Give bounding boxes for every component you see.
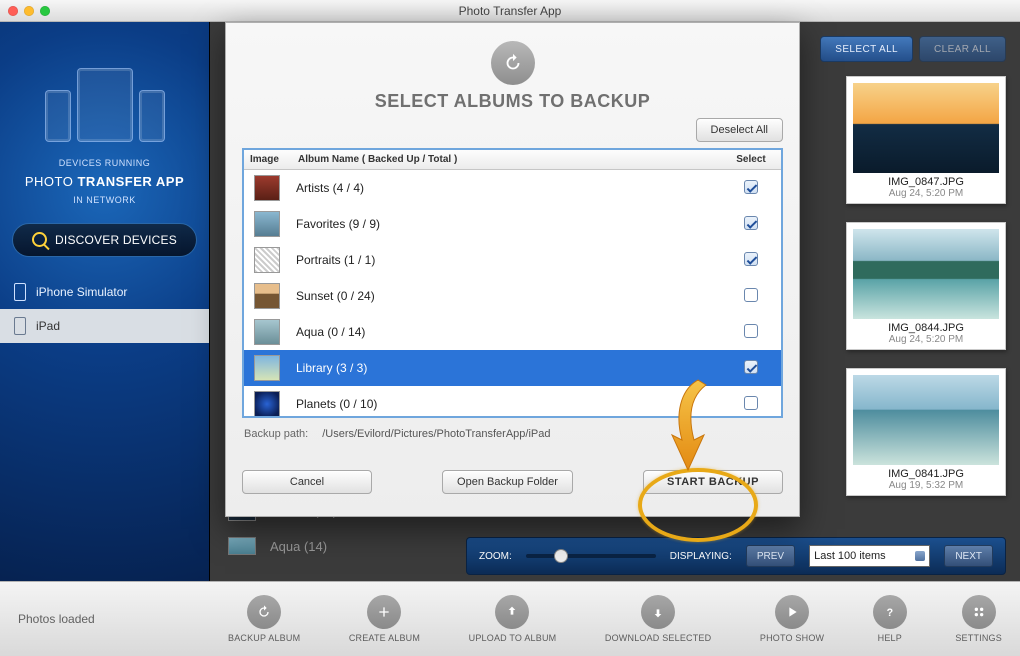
next-button[interactable]: NEXT [944, 545, 993, 567]
select-all-button[interactable]: SELECT ALL [820, 36, 913, 62]
settings-icon [971, 604, 987, 620]
album-name: Portraits (1 / 1) [280, 253, 721, 267]
album-row[interactable]: Artists (4 / 4) [244, 170, 781, 206]
photo-card[interactable]: IMG_0844.JPGAug 24, 5:20 PM [846, 222, 1006, 350]
column-header-name[interactable]: Album Name ( Backed Up / Total ) [294, 154, 721, 165]
upload-icon [504, 604, 520, 620]
album-select-checkbox[interactable] [744, 180, 758, 194]
album-name: Planets (0 / 10) [280, 397, 721, 411]
album-name: Favorites (9 / 9) [280, 217, 721, 231]
photo-show-button[interactable]: PHOTO SHOW [760, 595, 824, 643]
download-button[interactable]: DOWNLOAD SELECTED [605, 595, 711, 643]
backup-path-label: Backup path: [244, 428, 308, 440]
photo-filename: IMG_0844.JPG [853, 322, 999, 334]
photo-thumbnail [853, 375, 999, 465]
play-icon [784, 604, 800, 620]
album-thumb-icon [254, 355, 280, 381]
photo-thumbnail [853, 229, 999, 319]
status-text: Photos loaded [0, 612, 210, 626]
album-name: Library (3 / 3) [280, 361, 721, 375]
album-thumb-icon [228, 537, 256, 555]
albums-table: Image Album Name ( Backed Up / Total ) S… [242, 148, 783, 418]
minimize-icon[interactable] [24, 6, 34, 16]
album-row[interactable]: Favorites (9 / 9) [244, 206, 781, 242]
sidebar: DEVICES RUNNING PHOTO TRANSFER APP IN NE… [0, 22, 210, 581]
window-title: Photo Transfer App [0, 4, 1020, 18]
backup-icon [256, 604, 272, 620]
help-icon: ? [882, 604, 898, 620]
album-name: Aqua (0 / 14) [280, 325, 721, 339]
album-thumb-icon [254, 211, 280, 237]
device-icon [14, 317, 26, 335]
album-row[interactable]: Library (3 / 3) [244, 350, 781, 386]
column-header-image[interactable]: Image [244, 154, 294, 165]
album-select-checkbox[interactable] [744, 360, 758, 374]
discover-devices-button[interactable]: DISCOVER DEVICES [12, 223, 197, 257]
device-name: iPad [36, 319, 60, 333]
album-name: Artists (4 / 4) [280, 181, 721, 195]
sidebar-caption: DEVICES RUNNING PHOTO TRANSFER APP IN NE… [0, 156, 209, 209]
device-item[interactable]: iPad [0, 309, 209, 343]
album-row[interactable]: Sunset (0 / 24) [244, 278, 781, 314]
backup-path-value: /Users/Evilord/Pictures/PhotoTransferApp… [322, 428, 550, 440]
photo-card[interactable]: IMG_0841.JPGAug 19, 5:32 PM [846, 368, 1006, 496]
clear-all-button[interactable]: CLEAR ALL [919, 36, 1006, 62]
device-item[interactable]: iPhone Simulator [0, 275, 209, 309]
device-name: iPhone Simulator [36, 285, 127, 299]
album-name: Sunset (0 / 24) [280, 289, 721, 303]
create-album-button[interactable]: CREATE ALBUM [349, 595, 420, 643]
zoom-slider[interactable] [526, 554, 656, 558]
settings-button[interactable]: SETTINGS [955, 595, 1002, 643]
start-backup-button[interactable]: START BACKUP [643, 470, 783, 494]
album-select-checkbox[interactable] [744, 324, 758, 338]
close-icon[interactable] [8, 6, 18, 16]
prev-button[interactable]: PREV [746, 545, 795, 567]
device-icon [14, 283, 26, 301]
help-button[interactable]: ? HELP [873, 595, 907, 643]
album-row[interactable]: Planets (0 / 10) [244, 386, 781, 418]
upload-button[interactable]: UPLOAD TO ALBUM [469, 595, 557, 643]
album-select-checkbox[interactable] [744, 396, 758, 410]
photo-filename: IMG_0847.JPG [853, 176, 999, 188]
plus-icon [376, 604, 392, 620]
devices-illustration [0, 52, 209, 142]
album-thumb-icon [254, 283, 280, 309]
photo-filename: IMG_0841.JPG [853, 468, 999, 480]
album-row[interactable]: Portraits (1 / 1) [244, 242, 781, 278]
photo-date: Aug 24, 5:20 PM [853, 334, 999, 345]
displaying-select[interactable]: Last 100 items [809, 545, 930, 567]
bottom-toolbar: Photos loaded BACKUP ALBUM CREATE ALBUM … [0, 581, 1020, 656]
deselect-all-button[interactable]: Deselect All [696, 118, 783, 142]
album-select-checkbox[interactable] [744, 216, 758, 230]
album-thumb-icon [254, 175, 280, 201]
album-thumb-icon [254, 319, 280, 345]
window-titlebar: Photo Transfer App [0, 0, 1020, 22]
album-thumb-icon [254, 247, 280, 273]
photo-thumbnail [853, 83, 999, 173]
dialog-title: SELECT ALBUMS TO BACKUP [242, 91, 783, 112]
album-row[interactable]: Aqua (0 / 14) [244, 314, 781, 350]
album-select-checkbox[interactable] [744, 288, 758, 302]
displaying-label: DISPLAYING: [670, 551, 732, 562]
zoom-bar: ZOOM: DISPLAYING: PREV Last 100 items NE… [466, 537, 1006, 575]
backup-dialog-icon [491, 41, 535, 85]
album-select-checkbox[interactable] [744, 252, 758, 266]
photo-date: Aug 19, 5:32 PM [853, 480, 999, 491]
backup-album-button[interactable]: BACKUP ALBUM [228, 595, 300, 643]
album-thumb-icon [254, 391, 280, 417]
download-icon [650, 604, 666, 620]
photo-date: Aug 24, 5:20 PM [853, 188, 999, 199]
photo-card[interactable]: IMG_0847.JPGAug 24, 5:20 PM [846, 76, 1006, 204]
open-backup-folder-button[interactable]: Open Backup Folder [442, 470, 573, 494]
svg-text:?: ? [886, 607, 893, 619]
search-icon [32, 232, 47, 247]
column-header-select[interactable]: Select [721, 154, 781, 165]
backup-dialog: SELECT ALBUMS TO BACKUP Deselect All Ima… [225, 22, 800, 517]
album-row-aqua[interactable]: Aqua (14) [228, 537, 327, 555]
zoom-icon[interactable] [40, 6, 50, 16]
cancel-button[interactable]: Cancel [242, 470, 372, 494]
zoom-label: ZOOM: [479, 551, 512, 562]
